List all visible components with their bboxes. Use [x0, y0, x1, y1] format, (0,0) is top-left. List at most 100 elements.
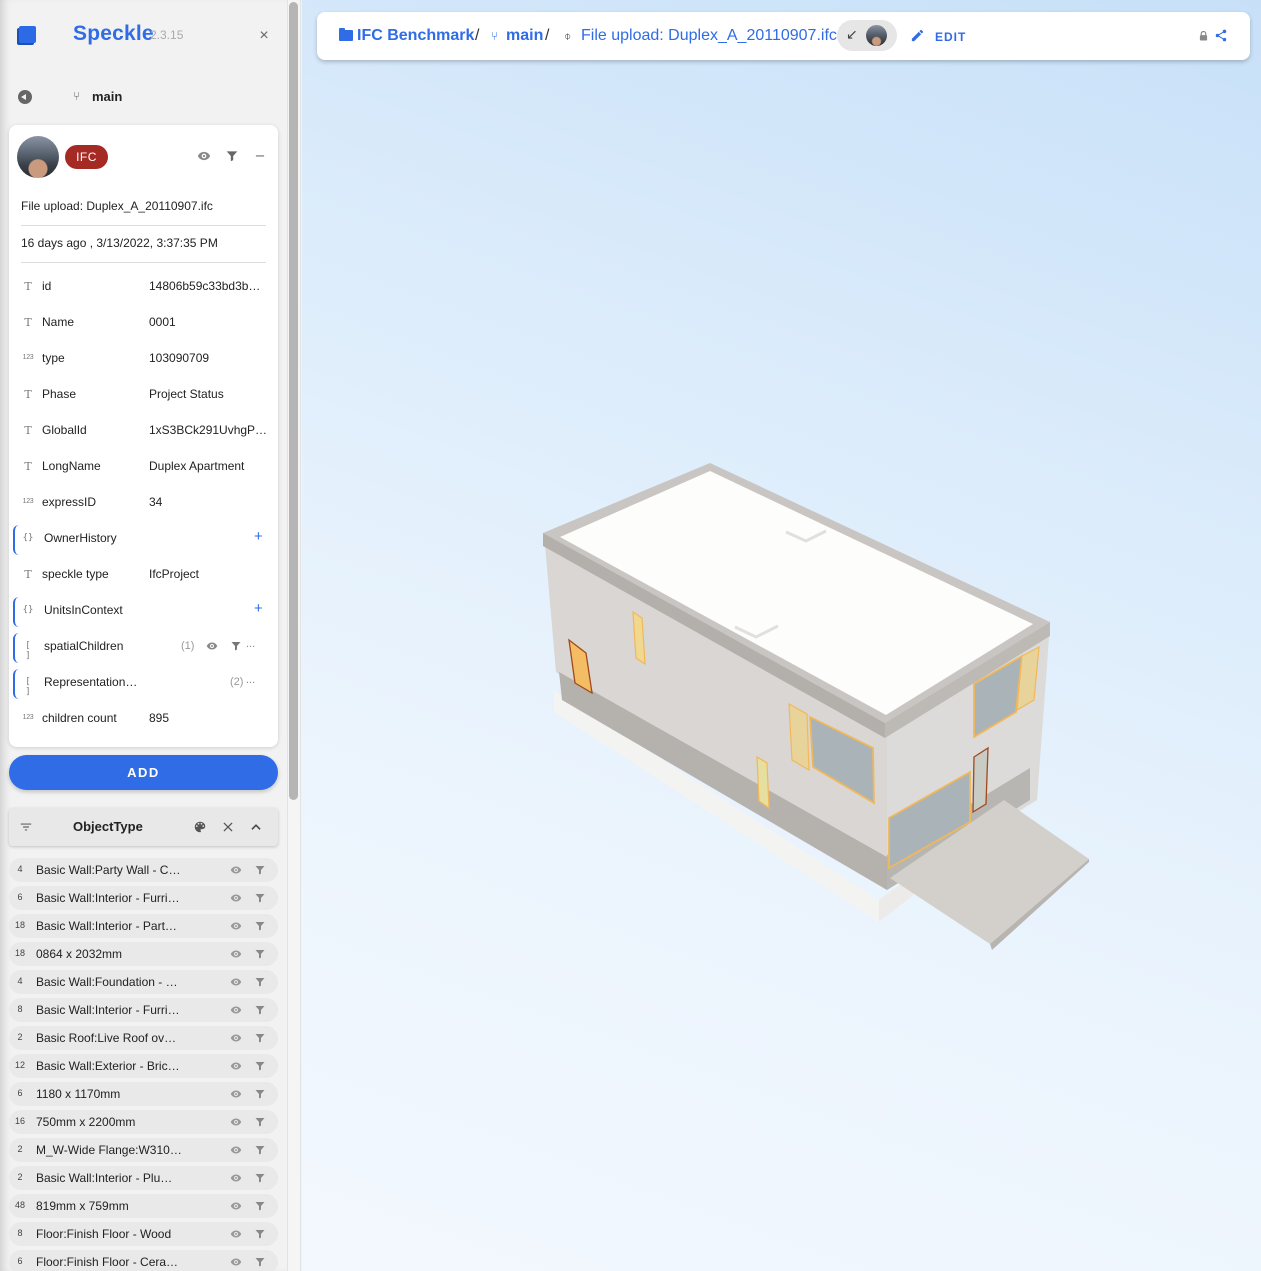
eye-icon[interactable] [230, 1032, 242, 1044]
expand-plus-icon[interactable]: + [254, 600, 263, 617]
filter-icon[interactable] [254, 1200, 266, 1212]
filter-icon[interactable] [254, 1256, 266, 1268]
filter-icon[interactable] [254, 892, 266, 904]
breadcrumb-stream[interactable]: IFC Benchmark [357, 27, 474, 45]
object-count: 2 [17, 1032, 23, 1042]
eye-icon[interactable] [230, 1228, 242, 1240]
property-key: type [42, 351, 65, 365]
building-model[interactable] [543, 463, 1089, 950]
more-options[interactable]: ... [246, 638, 255, 650]
filter-list-icon[interactable] [19, 820, 33, 834]
object-type-item[interactable]: 2 Basic Wall:Interior - Plu… [9, 1166, 278, 1190]
property-row-spatialchildren[interactable]: [ ] spatialChildren (1) ... [9, 632, 278, 663]
object-type-item[interactable]: 16 750mm x 2200mm [9, 1110, 278, 1134]
eye-icon[interactable] [230, 892, 242, 904]
object-type-item[interactable]: 6 Floor:Finish Floor - Cera… [9, 1250, 278, 1271]
filter-icon[interactable] [254, 1032, 266, 1044]
property-key: expressID [42, 495, 97, 509]
property-row-ownerhistory[interactable]: {} OwnerHistory + [9, 524, 278, 555]
filter-icon[interactable] [254, 1060, 266, 1072]
filter-icon[interactable] [254, 948, 266, 960]
object-type-item[interactable]: 48 819mm x 759mm [9, 1194, 278, 1218]
number-type-icon: 123 [22, 354, 34, 361]
object-type-item[interactable]: 4 Basic Wall:Party Wall - C… [9, 858, 278, 882]
object-type-item[interactable]: 6 1180 x 1170mm [9, 1082, 278, 1106]
object-type-item[interactable]: 6 Basic Wall:Interior - Furri… [9, 886, 278, 910]
filter-icon[interactable] [254, 1116, 266, 1128]
filter-icon[interactable] [254, 1088, 266, 1100]
object-type-item[interactable]: 8 Floor:Finish Floor - Wood [9, 1222, 278, 1246]
filter-icon[interactable] [254, 864, 266, 876]
object-count: 2 [17, 1144, 23, 1154]
object-type-name: Basic Wall:Foundation - … [36, 975, 178, 989]
eye-icon[interactable] [230, 1088, 242, 1100]
close-sidebar-button[interactable]: × [256, 27, 272, 45]
object-type-name: 0864 x 2032mm [36, 947, 123, 961]
object-type-item[interactable]: 18 Basic Wall:Interior - Part… [9, 914, 278, 938]
breadcrumb-commit[interactable]: File upload: Duplex_A_20110907.ifc [581, 27, 837, 45]
eye-icon[interactable] [230, 1256, 242, 1268]
eye-icon[interactable] [230, 920, 242, 932]
filter-icon[interactable] [254, 1144, 266, 1156]
breadcrumb-separator: / [545, 27, 550, 44]
add-button[interactable]: ADD [9, 755, 278, 790]
object-count: 18 [14, 920, 25, 930]
filter-icon[interactable] [225, 149, 239, 163]
eye-icon[interactable] [230, 1172, 242, 1184]
eye-icon[interactable] [230, 1200, 242, 1212]
eye-icon[interactable] [230, 864, 242, 876]
object-type-item[interactable]: 8 Basic Wall:Interior - Furri… [9, 998, 278, 1022]
more-options[interactable]: ... [246, 674, 255, 686]
property-value: 34 [149, 495, 163, 509]
model-canvas[interactable] [302, 0, 1261, 1271]
commit-author-pill[interactable]: ↙ [837, 20, 897, 51]
property-key: LongName [42, 459, 101, 473]
filter-icon[interactable] [254, 1228, 266, 1240]
window [788, 702, 810, 772]
breadcrumb-branch[interactable]: main [506, 27, 543, 45]
object-type-item[interactable]: 12 Basic Wall:Exterior - Bric… [9, 1054, 278, 1078]
filter-icon[interactable] [254, 976, 266, 988]
item-count: (2) [230, 676, 244, 688]
object-type-item[interactable]: 4 Basic Wall:Foundation - … [9, 970, 278, 994]
chevron-up-icon[interactable] [249, 820, 263, 834]
object-type-item[interactable]: 18 0864 x 2032mm [9, 942, 278, 966]
scrollbar-thumb[interactable] [289, 2, 298, 800]
text-type-icon: T [24, 388, 32, 401]
collapse-icon[interactable] [253, 149, 267, 163]
property-row-representation[interactable]: [ ] Representation… (2) ... [9, 668, 278, 699]
eye-icon[interactable] [230, 1144, 242, 1156]
share-icon[interactable] [1214, 28, 1228, 43]
filter-icon[interactable] [254, 1172, 266, 1184]
property-key: OwnerHistory [44, 531, 117, 545]
close-filter-icon[interactable] [221, 820, 235, 834]
property-row-unitsincontext[interactable]: {} UnitsInContext + [9, 596, 278, 627]
eye-icon[interactable] [197, 149, 211, 163]
back-button[interactable] [18, 90, 32, 104]
object-type-name: Basic Wall:Interior - Plu… [36, 1171, 173, 1185]
property-key: children count [42, 711, 117, 725]
filter-icon[interactable] [254, 1004, 266, 1016]
eye-icon[interactable] [230, 1004, 242, 1016]
object-type-icon: {} [22, 533, 34, 543]
author-avatar[interactable] [17, 136, 59, 178]
property-value: 0001 [149, 315, 176, 329]
window [756, 755, 770, 810]
eye-icon[interactable] [230, 1060, 242, 1072]
filter-icon[interactable] [230, 640, 242, 652]
edit-label: EDIT [935, 30, 967, 44]
eye-icon[interactable] [230, 948, 242, 960]
text-type-icon: T [24, 568, 32, 581]
filter-icon[interactable] [254, 920, 266, 932]
object-type-item[interactable]: 2 M_W-Wide Flange:W310… [9, 1138, 278, 1162]
item-count: (1) [181, 640, 195, 652]
eye-icon[interactable] [230, 976, 242, 988]
3d-viewer[interactable]: IFC Benchmark / ⑂ main / ⌽ File upload: … [302, 0, 1261, 1271]
filter-header: ObjectType [9, 808, 278, 846]
array-type-icon: [ ] [25, 677, 31, 697]
eye-icon[interactable] [206, 640, 218, 652]
palette-icon[interactable] [193, 820, 207, 834]
object-type-item[interactable]: 2 Basic Roof:Live Roof ov… [9, 1026, 278, 1050]
eye-icon[interactable] [230, 1116, 242, 1128]
expand-plus-icon[interactable]: + [254, 528, 263, 545]
